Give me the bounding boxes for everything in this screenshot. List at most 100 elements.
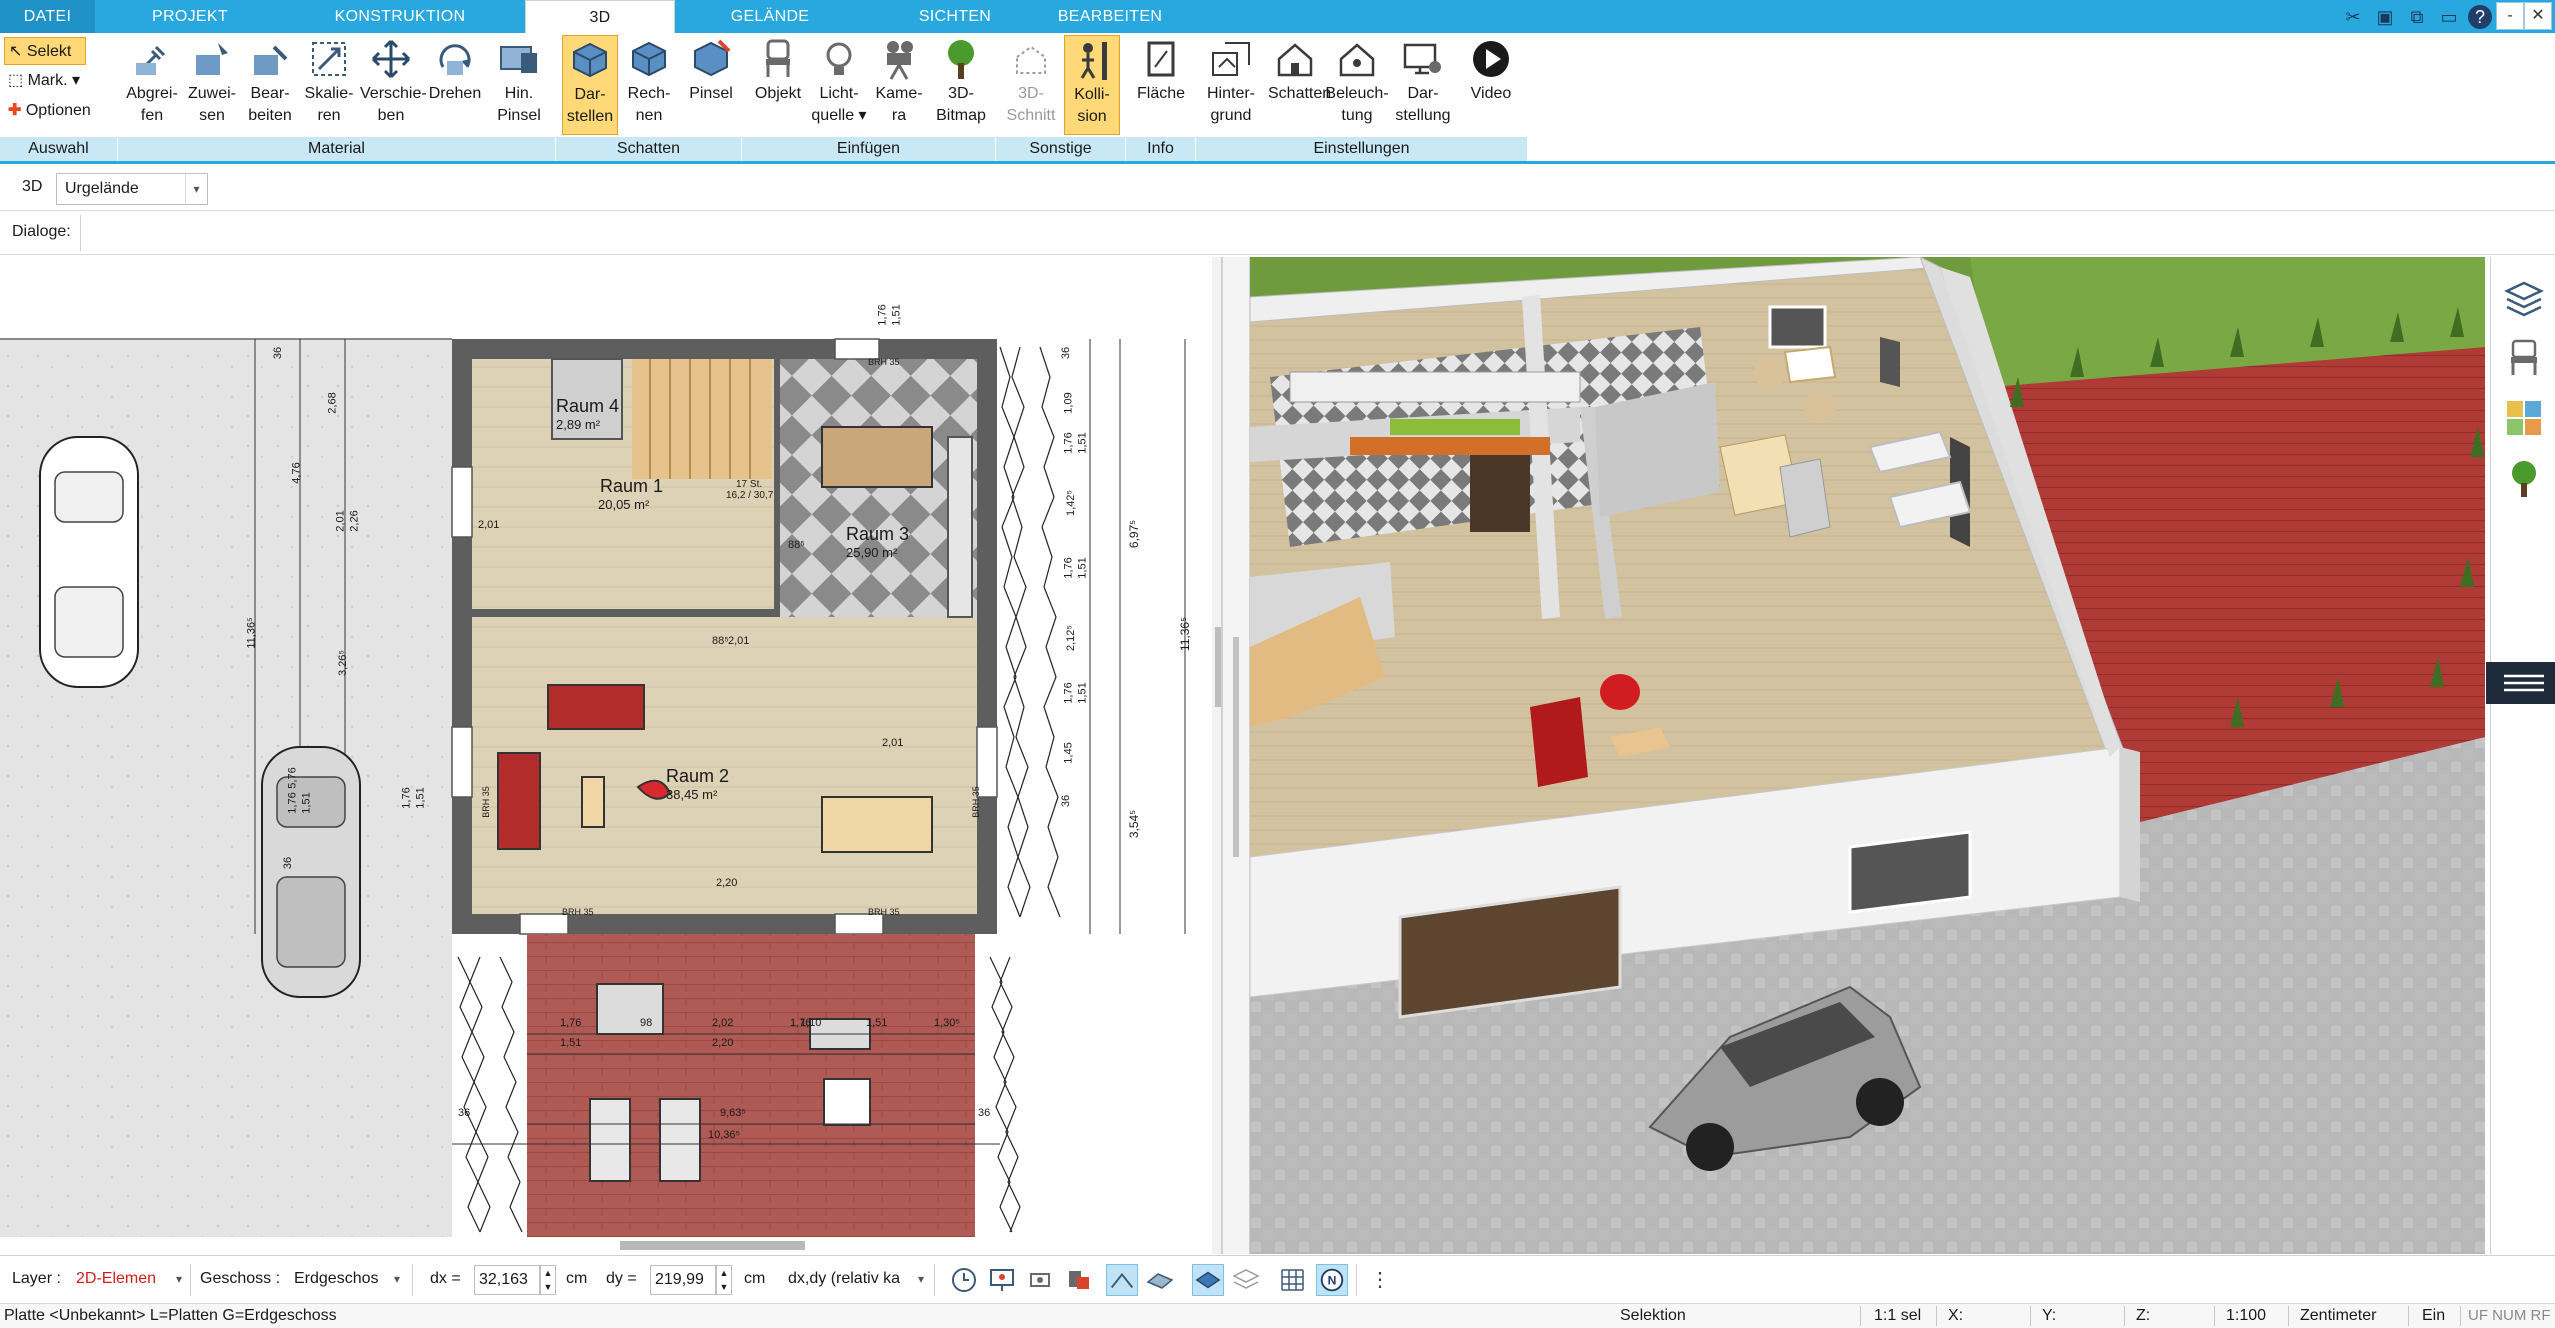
plan-lounger-2[interactable]: [659, 1098, 701, 1182]
clock-icon[interactable]: [948, 1264, 980, 1296]
layers-toggle-icon[interactable]: [1230, 1264, 1262, 1296]
floor-plan-view[interactable]: Raum 4 2,89 m² Raum 1 20,05 m² Raum 3 25…: [0, 257, 1222, 1254]
3d-sofa[interactable]: [1530, 697, 1588, 787]
schatten-cube-calc-button[interactable]: Rech-nen: [620, 35, 678, 135]
3d-beanbag[interactable]: [1600, 674, 1640, 710]
einstellungen-play-button[interactable]: Video: [1462, 35, 1520, 135]
more-options-icon[interactable]: ⋮: [1370, 1266, 1390, 1294]
snap-wall-icon[interactable]: [1144, 1264, 1176, 1296]
dy-stepper[interactable]: ▲ ▼: [716, 1265, 732, 1295]
layers-icon[interactable]: [2503, 277, 2545, 319]
tab-gelaende[interactable]: GELÄNDE: [690, 0, 850, 33]
window-icon[interactable]: ▣: [2372, 4, 2398, 30]
grid-icon[interactable]: [1276, 1264, 1308, 1296]
plants-icon[interactable]: [2503, 457, 2545, 499]
snap-line-icon[interactable]: [1106, 1264, 1138, 1296]
3d-garden-chair[interactable]: [1754, 356, 1786, 388]
dim-right-1: 1,09: [1062, 392, 1075, 414]
splitter-handle[interactable]: [1233, 637, 1239, 857]
group-einfuegen: Objekt Licht-quelle ▾ Kame-ra 3D- Bitmap Einf…: [742, 33, 996, 161]
dim-left-1: 2,68: [326, 392, 339, 414]
info-area-button[interactable]: Fläche: [1132, 35, 1190, 135]
material-rotate-button[interactable]: Drehen: [424, 35, 486, 135]
einstellungen-house-shadow-button[interactable]: Schatten: [1268, 35, 1331, 135]
material-scale-button[interactable]: Skalie-ren: [300, 35, 358, 135]
hamburger-menu-button[interactable]: [2486, 662, 2555, 704]
einfuegen-chair-button[interactable]: Objekt: [748, 35, 808, 135]
tab-bearbeiten[interactable]: BEARBEITEN: [1040, 0, 1180, 33]
3d-kitchen-counter[interactable]: [1350, 437, 1550, 455]
snap-surface-icon[interactable]: [1192, 1264, 1224, 1296]
3d-garden-table[interactable]: [1783, 345, 1837, 384]
monitor-icon[interactable]: ▭: [2436, 4, 2462, 30]
3d-garden-chair-2[interactable]: [1804, 391, 1836, 423]
material-move-button[interactable]: Verschie-ben: [360, 35, 427, 135]
schatten-cube-shadow-button[interactable]: Dar-stellen: [562, 35, 618, 135]
layer-select[interactable]: 2D-Elemen ▾: [72, 1265, 184, 1295]
tab-datei[interactable]: DATEI: [0, 0, 95, 33]
plan-sofa-2[interactable]: [497, 752, 541, 850]
plan-vertical-scrollbar[interactable]: [1212, 257, 1222, 1254]
brh-label-3: BRH 35: [868, 357, 900, 367]
dim-terrace-5: 1,51: [866, 1017, 888, 1029]
plan-car-2[interactable]: [261, 746, 361, 998]
copy-icon[interactable]: ⧉: [2404, 4, 2430, 30]
material-eyedropper-button[interactable]: Abgrei-fen: [122, 35, 182, 135]
options-button[interactable]: ✚ Optionen: [4, 97, 91, 125]
dx-stepper[interactable]: ▲ ▼: [540, 1265, 556, 1295]
status-bar: Platte <Unbekannt> L=Platten G=Erdgescho…: [0, 1303, 2555, 1328]
einstellungen-house-light-button[interactable]: Beleuch-tung: [1324, 35, 1390, 135]
select-button[interactable]: ↖ Selekt: [4, 37, 86, 65]
material-assign-material-button[interactable]: Zuwei-sen: [184, 35, 240, 135]
schatten-cube-brush-button[interactable]: Pinsel: [682, 35, 740, 135]
dim-terrace-0: 1,76: [560, 1017, 582, 1029]
move-icon: [371, 39, 411, 79]
plan-bench[interactable]: [596, 983, 664, 1035]
close-button[interactable]: ✕: [2524, 2, 2552, 30]
3d-kitchen-cabinets[interactable]: [1289, 371, 1581, 403]
plan-car-1[interactable]: [39, 436, 139, 688]
einstellungen-background-button[interactable]: Hinter-grund: [1200, 35, 1262, 135]
plan-lounger-1[interactable]: [589, 1098, 631, 1182]
einstellungen-display-button[interactable]: Dar-stellung: [1390, 35, 1456, 135]
tools-icon[interactable]: ✂: [2340, 4, 2366, 30]
tab-projekt[interactable]: PROJEKT: [110, 0, 270, 33]
3d-canvas[interactable]: [1250, 257, 2485, 1254]
objects-icon[interactable]: [1062, 1264, 1094, 1296]
chair-icon[interactable]: [2503, 337, 2545, 379]
minimize-button[interactable]: -: [2496, 2, 2524, 30]
presentation-icon[interactable]: [986, 1264, 1018, 1296]
plan-horizontal-scroll-thumb[interactable]: [620, 1241, 805, 1250]
einfuegen-tree-button[interactable]: 3D- Bitmap: [930, 35, 992, 135]
dy-input[interactable]: 219,99: [650, 1265, 716, 1295]
floor-select[interactable]: Erdgeschos ▾: [290, 1265, 402, 1295]
tab-konstruktion[interactable]: KONSTRUKTION: [300, 0, 500, 33]
material-edit-material-button[interactable]: Bear-beiten: [242, 35, 298, 135]
chevron-down-icon[interactable]: ▾: [185, 174, 207, 204]
help-icon[interactable]: ?: [2468, 5, 2492, 29]
plan-dining-table[interactable]: [821, 426, 933, 488]
terrace[interactable]: [527, 934, 975, 1254]
coordinate-mode-select[interactable]: dx,dy (relativ ka ▾: [784, 1265, 926, 1295]
einfuegen-bulb-button[interactable]: Licht-quelle ▾: [810, 35, 868, 135]
plan-scroll-thumb[interactable]: [1215, 627, 1221, 707]
sonstige-collision-button[interactable]: Kolli-sion: [1064, 35, 1120, 135]
terrain-select[interactable]: Urgelände ▾: [56, 173, 208, 205]
tab-3d[interactable]: 3D: [525, 0, 675, 34]
materials-icon[interactable]: [2503, 397, 2545, 439]
3d-view[interactable]: [1250, 257, 2485, 1254]
group-label-schatten: Schatten: [556, 137, 742, 161]
plan-square-table[interactable]: [823, 1078, 871, 1126]
plan-coffee-table[interactable]: [581, 776, 605, 828]
north-arrow-icon[interactable]: N: [1316, 1264, 1348, 1296]
plan-table-2[interactable]: [821, 796, 933, 853]
plan-sofa-1[interactable]: [547, 684, 645, 730]
dx-input[interactable]: 32,163: [474, 1265, 540, 1295]
tab-sichten[interactable]: SICHTEN: [880, 0, 1030, 33]
material-brush-button[interactable]: Hin. Pinsel: [490, 35, 548, 135]
view-splitter[interactable]: [1222, 257, 1250, 1254]
einfuegen-camera-button[interactable]: Kame-ra: [870, 35, 928, 135]
camera-walk-icon[interactable]: [1024, 1264, 1056, 1296]
mark-button[interactable]: ⬚ Mark. ▾: [4, 67, 80, 95]
sonstige-section-button[interactable]: 3D- Schnitt: [1002, 35, 1060, 135]
